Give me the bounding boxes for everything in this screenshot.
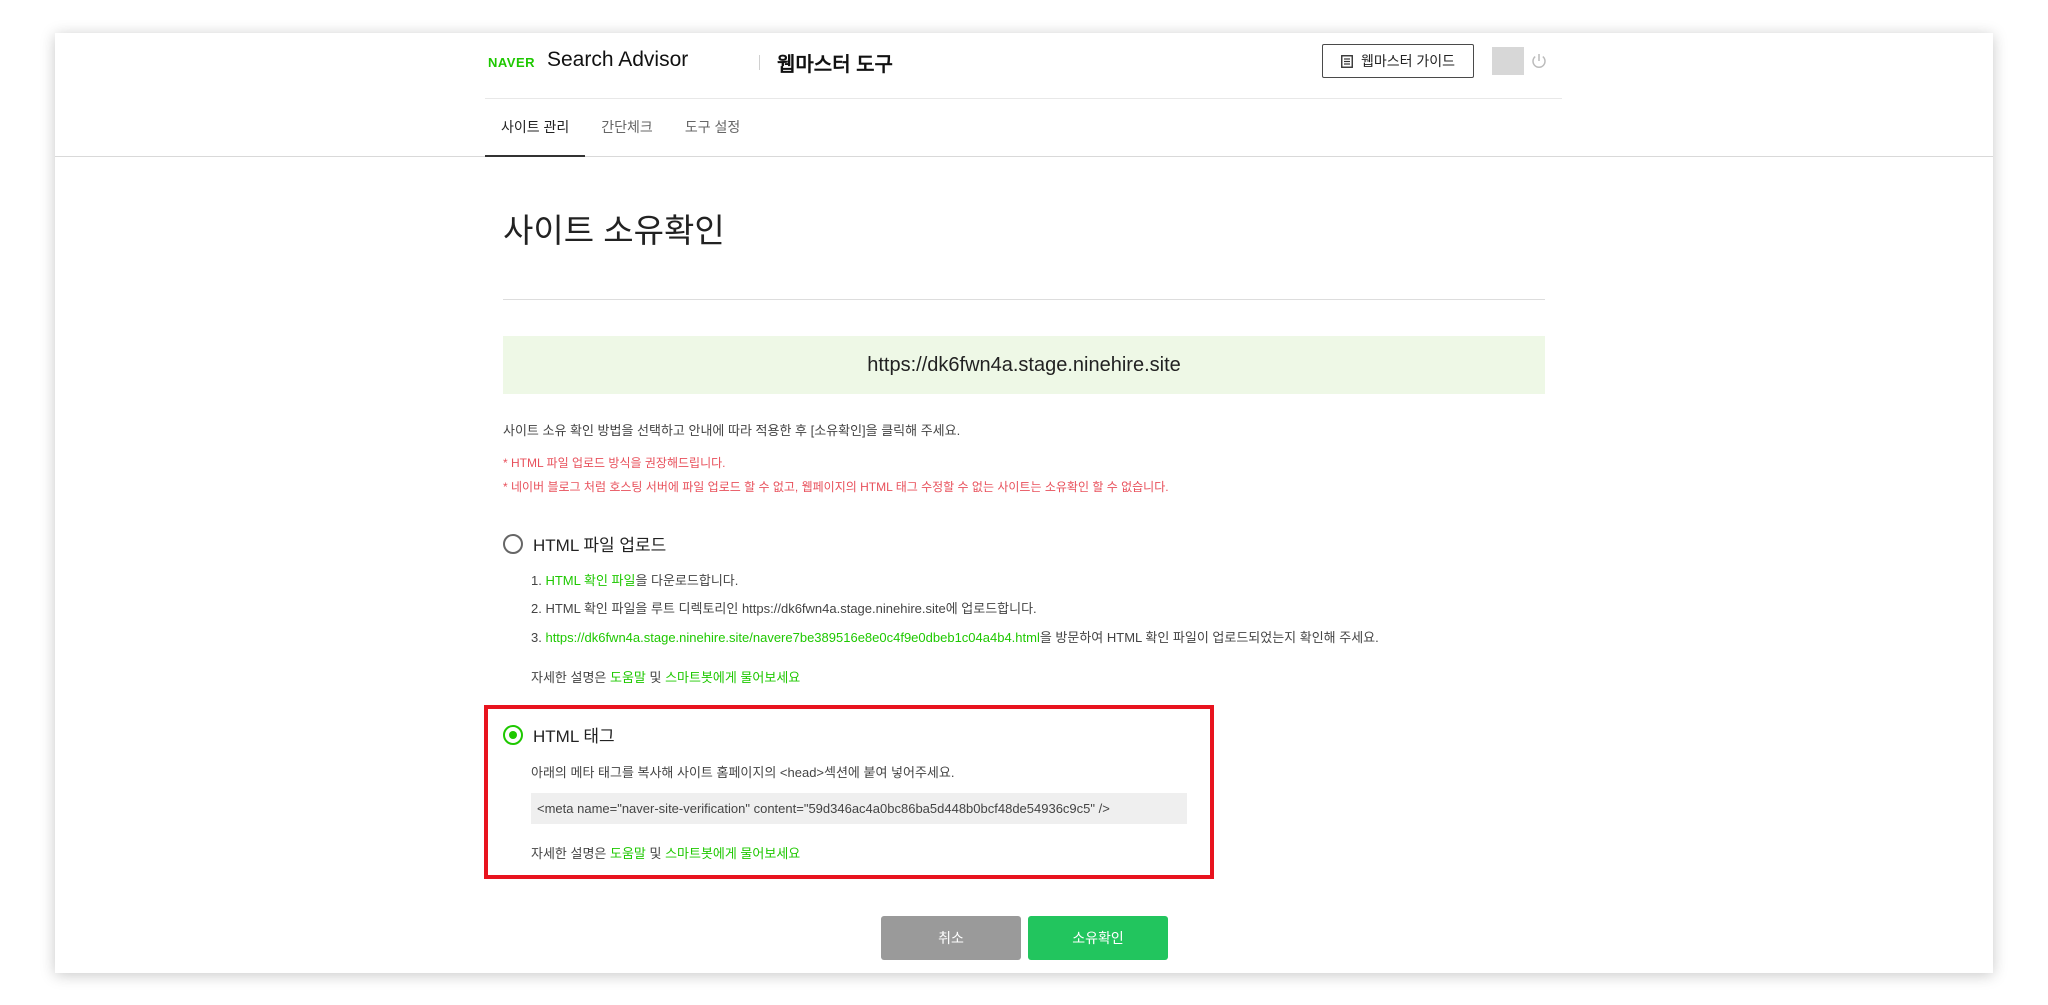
radio-html-tag[interactable]	[503, 724, 523, 745]
tab-site-management[interactable]: 사이트 관리	[485, 98, 586, 157]
notice-recommend: * HTML 파일 업로드 방식을 권장해드립니다.	[503, 456, 726, 470]
option-html-file[interactable]: HTML 파일 업로드	[503, 531, 666, 556]
meta-tag-text[interactable]: <meta name="naver-site-verification" con…	[537, 801, 1110, 816]
power-icon[interactable]	[1530, 52, 1548, 70]
tag-help-prefix: 자세한 설명은	[531, 846, 610, 861]
confirm-ownership-button[interactable]: 소유확인	[1028, 916, 1168, 960]
tab-tool-settings[interactable]: 도구 설정	[669, 98, 756, 156]
meta-tag-field[interactable]: <meta name="naver-site-verification" con…	[531, 793, 1187, 824]
notice-restriction: * 네이버 블로그 처럼 호스팅 서버에 파일 업로드 할 수 없고, 웹페이지…	[503, 480, 1169, 494]
option-html-tag-label: HTML 태그	[533, 727, 615, 746]
file-step-3-suffix: 을 방문하여 HTML 확인 파일이 업로드되었는지 확인해 주세요.	[1039, 630, 1379, 645]
file-step-2: 2. HTML 확인 파일을 루트 디렉토리인 https://dk6fwn4a…	[531, 601, 1037, 616]
file-help-prefix: 자세한 설명은	[531, 670, 610, 685]
logo-divider	[759, 55, 760, 70]
header: NAVER Search Advisor 웹마스터 도구 웹마스터 가이드 사이…	[55, 33, 1993, 157]
naver-logo[interactable]: NAVER	[488, 55, 535, 70]
search-advisor-logo[interactable]: Search Advisor	[547, 48, 688, 72]
main-tabs: 사이트 관리 간단체크 도구 설정	[485, 98, 756, 157]
tag-smartbot-link[interactable]: 스마트봇에게 물어보세요	[665, 846, 800, 861]
site-url: https://dk6fwn4a.stage.ninehire.site	[867, 353, 1181, 376]
intro-text: 사이트 소유 확인 방법을 선택하고 안내에 따라 적용한 후 [소유확인]을 …	[503, 423, 961, 438]
tag-description: 아래의 메타 태그를 복사해 사이트 홈페이지의 <head>섹션에 붙여 넣어…	[531, 765, 955, 780]
tag-help-link[interactable]: 도움말	[610, 846, 646, 861]
file-smartbot-link[interactable]: 스마트봇에게 물어보세요	[665, 670, 800, 685]
file-help-text: 자세한 설명은 도움말 및 스마트봇에게 물어보세요	[531, 667, 800, 686]
app-window: NAVER Search Advisor 웹마스터 도구 웹마스터 가이드 사이…	[55, 33, 1993, 973]
header-inner: NAVER Search Advisor 웹마스터 도구 웹마스터 가이드 사이…	[485, 33, 1562, 157]
option-html-file-label: HTML 파일 업로드	[533, 536, 667, 555]
file-step-1: 1. HTML 확인 파일을 다운로드합니다.	[531, 570, 738, 589]
file-step-1-prefix: 1.	[531, 573, 546, 588]
webmaster-guide-label: 웹마스터 가이드	[1360, 53, 1456, 69]
file-step-3-prefix: 3.	[531, 630, 546, 645]
top-bar: NAVER Search Advisor 웹마스터 도구 웹마스터 가이드	[485, 33, 1562, 99]
avatar[interactable]	[1492, 47, 1524, 75]
tab-quick-check[interactable]: 간단체크	[585, 98, 669, 156]
file-help-link[interactable]: 도움말	[610, 670, 646, 685]
page-title: 사이트 소유확인	[503, 212, 725, 249]
file-step-1-suffix: 을 다운로드합니다.	[635, 573, 739, 588]
webmaster-guide-button[interactable]: 웹마스터 가이드	[1322, 44, 1474, 78]
title-divider	[503, 299, 1545, 300]
option-html-tag[interactable]: HTML 태그	[503, 722, 615, 747]
file-step-3: 3. https://dk6fwn4a.stage.ninehire.site/…	[531, 627, 1379, 646]
verification-file-link[interactable]: https://dk6fwn4a.stage.ninehire.site/nav…	[545, 630, 1039, 645]
document-icon	[1341, 54, 1353, 68]
radio-html-file[interactable]	[503, 533, 523, 554]
site-url-box: https://dk6fwn4a.stage.ninehire.site	[503, 336, 1545, 394]
webmaster-tool-title[interactable]: 웹마스터 도구	[777, 48, 893, 77]
download-html-file-link[interactable]: HTML 확인 파일	[545, 573, 635, 588]
tag-help-text: 자세한 설명은 도움말 및 스마트봇에게 물어보세요	[531, 843, 800, 862]
cancel-button[interactable]: 취소	[881, 916, 1021, 960]
tag-help-mid: 및	[645, 846, 666, 861]
file-help-mid: 및	[645, 670, 666, 685]
